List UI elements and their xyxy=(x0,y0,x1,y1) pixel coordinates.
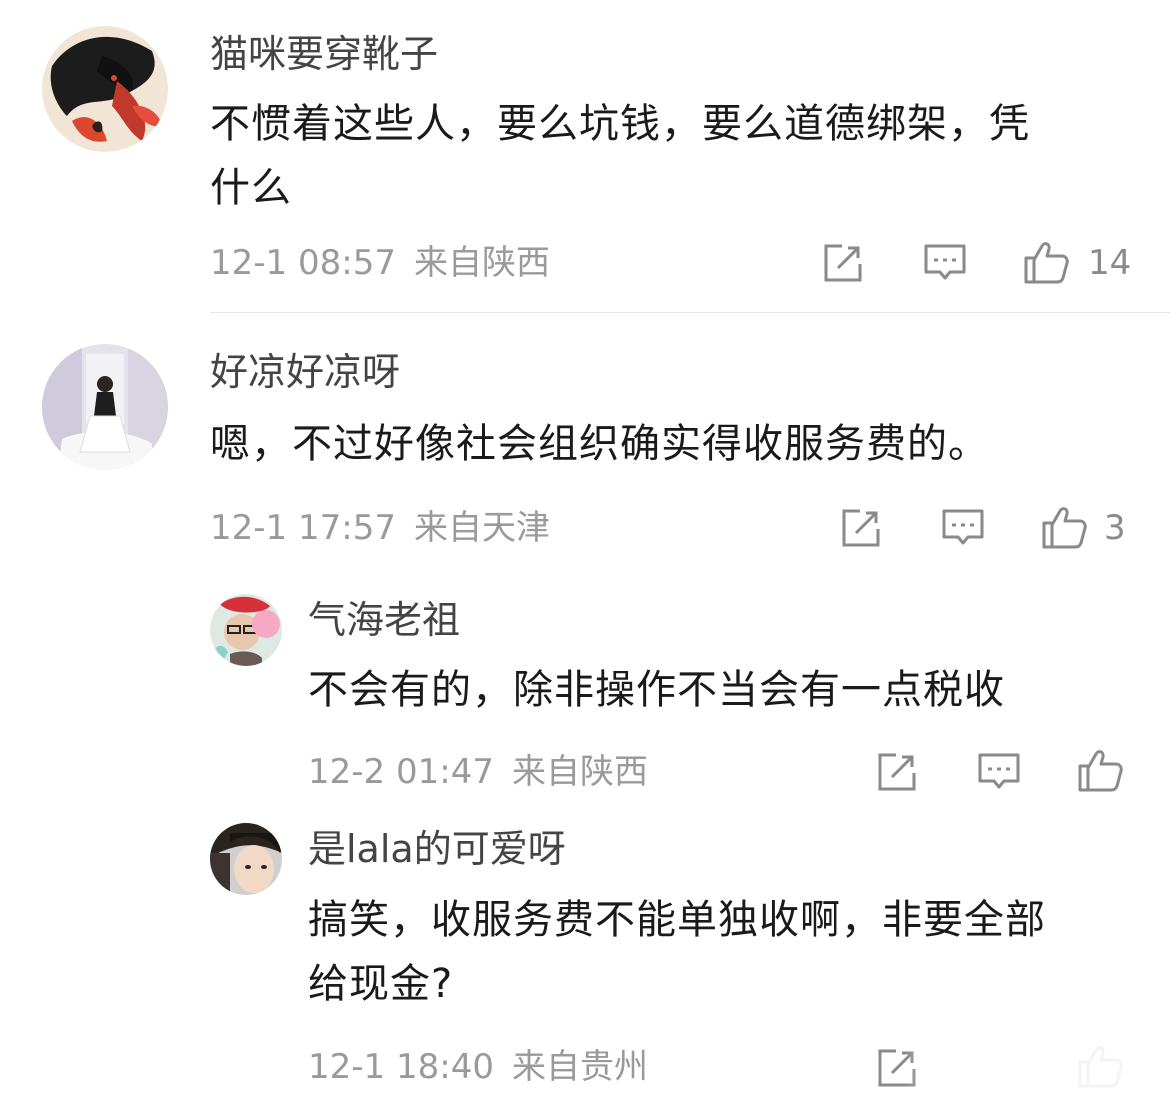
avatar[interactable] xyxy=(210,594,282,666)
like-button[interactable] xyxy=(1040,503,1088,551)
like-count: 14 xyxy=(1088,243,1132,283)
like-button[interactable] xyxy=(1076,1042,1124,1090)
comment-meta: 12-1 08:57 来自陕西 xyxy=(210,241,550,285)
comment-icon xyxy=(978,753,1020,789)
reply-username[interactable]: 气海老祖 xyxy=(308,596,460,644)
comment-icon xyxy=(942,509,984,545)
thumbs-up-icon xyxy=(1078,1046,1123,1088)
comment-date: 12-1 17:57 xyxy=(210,508,396,548)
divider xyxy=(210,312,1170,313)
reply-button[interactable] xyxy=(976,749,1022,795)
reply-button[interactable] xyxy=(922,240,968,286)
share-icon xyxy=(878,753,916,791)
reply-location: 来自陕西 xyxy=(511,752,648,792)
comment-location: 来自天津 xyxy=(413,508,550,548)
comment-text: 嗯，不过好像社会组织确实得收服务费的。 xyxy=(210,421,989,467)
like-button[interactable] xyxy=(1076,746,1124,794)
comment-meta: 12-1 17:57 来自天津 xyxy=(210,506,550,550)
reply-date: 12-2 01:47 xyxy=(308,752,494,792)
thumbs-up-icon xyxy=(1024,242,1069,284)
comment-username[interactable]: 好凉好凉呀 xyxy=(210,348,400,396)
comment-location: 来自陕西 xyxy=(413,243,550,283)
comment-text-line: 什么 xyxy=(210,165,292,211)
comment-icon xyxy=(924,244,966,280)
share-icon xyxy=(878,1049,916,1087)
reply-username[interactable]: 是lala的可爱呀 xyxy=(308,825,566,873)
reply-text-line: 给现金? xyxy=(308,961,454,1007)
reply-meta: 12-2 01:47 来自陕西 xyxy=(308,750,648,794)
bottom-fade-overlay xyxy=(905,1038,1170,1107)
like-count: 3 xyxy=(1104,508,1126,548)
avatar[interactable] xyxy=(210,823,282,895)
share-button[interactable] xyxy=(874,749,920,795)
share-button[interactable] xyxy=(838,505,884,551)
share-icon xyxy=(842,509,880,547)
reply-meta: 12-1 18:40 来自贵州 xyxy=(308,1045,648,1089)
share-button[interactable] xyxy=(820,240,866,286)
avatar[interactable] xyxy=(42,26,168,152)
reply-button[interactable] xyxy=(940,505,986,551)
share-icon xyxy=(824,244,862,282)
reply-text-line: 搞笑，收服务费不能单独收啊，非要全部 xyxy=(308,897,1046,943)
comment-date: 12-1 08:57 xyxy=(210,243,396,283)
comment-username[interactable]: 猫咪要穿靴子 xyxy=(210,30,438,78)
comment-text: 不惯着这些人，要么坑钱，要么道德绑架，凭 什么 xyxy=(210,92,1140,220)
share-button[interactable] xyxy=(874,1045,920,1091)
thumbs-up-icon xyxy=(1042,507,1087,549)
avatar[interactable] xyxy=(42,344,168,470)
reply-date: 12-1 18:40 xyxy=(308,1047,494,1087)
reply-location: 来自贵州 xyxy=(511,1047,648,1087)
reply-text: 搞笑，收服务费不能单独收啊，非要全部 给现金? xyxy=(308,888,1148,1016)
reply-text: 不会有的，除非操作不当会有一点税收 xyxy=(308,667,1005,713)
like-button[interactable] xyxy=(1022,238,1070,286)
comment-text-line: 不惯着这些人，要么坑钱，要么道德绑架，凭 xyxy=(210,101,1030,147)
thumbs-up-icon xyxy=(1078,750,1123,792)
